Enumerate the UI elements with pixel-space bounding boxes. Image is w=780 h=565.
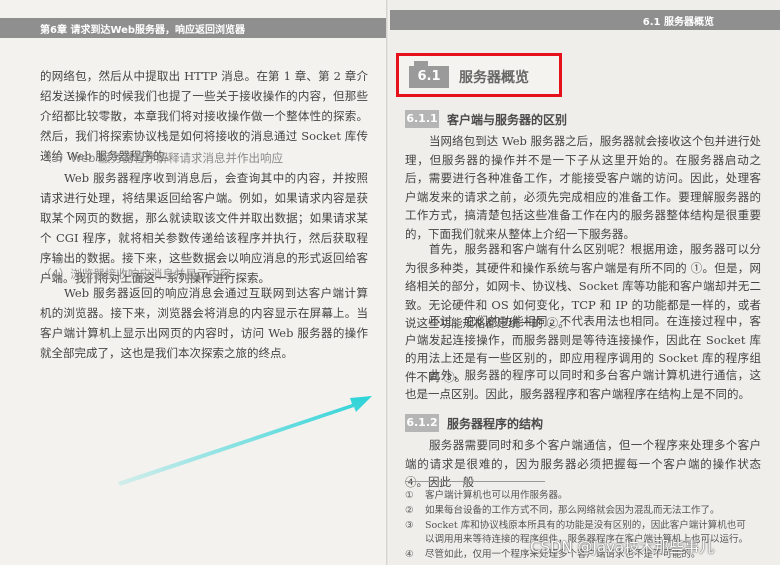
section-heading-highlight: 6.1 服务器概览 (396, 53, 562, 97)
right-paragraph-4: 此外，服务器的程序可以同时和多台客户端计算机进行通信，这也是一点区别。因此，服务… (405, 368, 761, 401)
section-title: 服务器概览 (459, 70, 529, 86)
left-paragraph-3: Web 服务器返回的响应消息会通过互联网到达客户端计算机的浏览器。接下来，浏览器… (40, 286, 368, 360)
right-page: 6.1 服务器概览 6.1 服务器概览 6.1.1 客户端与服务器的区别 当网络… (390, 0, 780, 565)
csdn-watermark: CSDN @Java技术那些事儿 (530, 538, 715, 556)
chapter-header-text: 第6章 请求到达Web服务器，响应返回浏览器 (40, 25, 246, 36)
right-paragraph-1: 当网络包到达 Web 服务器之后，服务器就会接收这个包并进行处理，但服务器的操作… (405, 134, 761, 241)
subsection-number: 6.1.2 (405, 414, 439, 432)
footnote-3: ③ Socket 库和协议栈原本所具有的功能是没有区别的，因此客户端计算机也可 (405, 520, 746, 531)
footnote-2: ② 如果每台设备的工作方式不同，那么网络就会因为混乱而无法工作了。 (405, 505, 720, 516)
footnote-divider (405, 481, 545, 482)
right-running-header: 6.1 服务器概览 (390, 10, 780, 30)
subsection-title: 服务器程序的结构 (447, 417, 544, 431)
left-subheading-3: （3）Web 服务器程序解释请求消息并作出响应 (40, 151, 284, 165)
left-running-header: 第6章 请求到达Web服务器，响应返回浏览器 (0, 18, 388, 38)
left-subheading-4: （4）浏览器接收响应消息并显示内容 (40, 267, 232, 281)
subsection-number: 6.1.1 (405, 110, 439, 128)
right-paragraph-5: 服务器需要同时和多个客户端通信，但一个程序来处理多个客户端的请求是很难的，因为服… (405, 438, 761, 489)
left-page: 第6章 请求到达Web服务器，响应返回浏览器 的网络包，然后从中提取出 HTTP… (0, 0, 388, 565)
section-number-badge: 6.1 (409, 61, 449, 88)
footnote-1: ① 客户端计算机也可以用作服务器。 (405, 490, 568, 501)
subsection-title: 客户端与服务器的区别 (447, 113, 568, 127)
section-header-text: 6.1 服务器概览 (642, 17, 714, 28)
